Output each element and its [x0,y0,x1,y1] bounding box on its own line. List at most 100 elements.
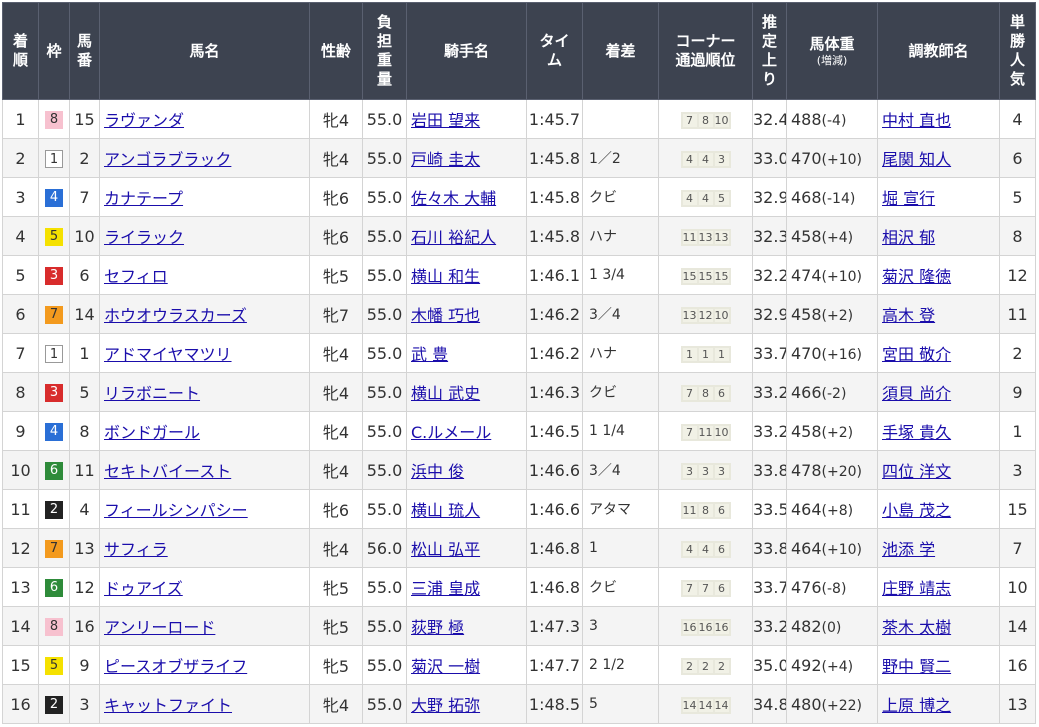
jockey-link[interactable]: C.ルメール [411,423,491,442]
trainer-link[interactable]: 四位 洋文 [882,462,951,481]
jockey-link[interactable]: 佐々木 大輔 [411,189,496,208]
jockey-link[interactable]: 岩田 望来 [411,111,480,130]
horse-name-link[interactable]: ドゥアイズ [104,579,183,598]
horse-name-link[interactable]: カナテープ [104,189,183,208]
jockey-link[interactable]: 石川 裕紀人 [411,228,496,247]
horse-name-link[interactable]: アンリーロード [104,618,215,637]
bodyweight-value: 482 [791,616,822,636]
horse-name-link[interactable]: リラボニート [104,384,200,403]
horse-name-link[interactable]: ラヴァンダ [104,111,184,130]
margin-cell: クビ [582,567,659,607]
jockey-link[interactable]: 三浦 皇成 [411,579,480,598]
sexage-cell: 牝5 [309,255,363,295]
header-jockey: 騎手名 [406,2,527,100]
popularity-cell: 14 [999,606,1036,646]
last3f-cell: 32.4 [752,99,787,139]
trainer-link[interactable]: 上原 博之 [882,696,951,715]
horse-name-link[interactable]: セフィロ [104,267,168,286]
jockey-link[interactable]: 横山 和生 [411,267,480,286]
trainer-link[interactable]: 中村 直也 [882,111,951,130]
bodyweight-cell: 470(+10) [786,138,878,178]
bodyweight-value: 474 [791,265,822,285]
trainer-link[interactable]: 茶木 太樹 [882,618,951,637]
corner-1: 11 [682,231,697,244]
trainer-link[interactable]: 野中 賢二 [882,657,951,676]
corner-1: 4 [682,192,697,205]
waku-badge: 4 [45,422,63,441]
jockey-link[interactable]: 横山 琉人 [411,501,480,520]
bodyweight-value: 468 [791,187,822,207]
horse-name-link[interactable]: アドマイヤマツリ [104,345,232,364]
horse-name-link[interactable]: ホウオウラスカーズ [104,306,247,325]
jockey-cell: 木幡 巧也 [406,294,527,334]
corner-3: 10 [714,426,729,439]
trainer-link[interactable]: 宮田 敬介 [882,345,951,364]
table-row: 10 6 11 セキトバイースト 牝4 55.0 浜中 俊 1:46.6 3／4 3 3 3 33.8 4… [2,450,1036,490]
waku-badge: 4 [45,188,63,207]
weight-cell: 55.0 [362,216,407,256]
table-row: 1 8 15 ラヴァンダ 牝4 55.0 岩田 望来 1:45.7 7 8 10 32.4 488(-4… [2,99,1036,139]
umaban-cell: 10 [69,216,100,256]
jockey-link[interactable]: 荻野 極 [411,618,464,637]
corner-2: 4 [698,192,713,205]
corner-positions: 7 8 10 [680,112,731,129]
jockey-link[interactable]: 大野 拓弥 [411,696,480,715]
popularity-cell: 9 [999,372,1036,412]
horse-name-link[interactable]: フィールシンパシー [104,501,248,520]
jockey-link[interactable]: 菊沢 一樹 [411,657,480,676]
waku-badge: 8 [45,110,63,129]
horse-name-link[interactable]: ピースオブザライフ [104,657,247,676]
waku-badge: 8 [45,617,63,636]
corner-positions: 333 [680,463,731,480]
trainer-link[interactable]: 堀 宣行 [882,189,935,208]
corner-3: 3 [714,153,729,166]
jockey-link[interactable]: 松山 弘平 [411,540,480,559]
corner-1: 7 [682,387,697,400]
trainer-link[interactable]: 菊沢 隆徳 [882,267,951,286]
horse-name-cell: ホウオウラスカーズ [99,294,310,334]
trainer-link[interactable]: 相沢 郁 [882,228,935,247]
weight-cell: 55.0 [362,450,407,490]
rank-cell: 6 [2,294,39,334]
corner-1: 1 [682,348,697,361]
trainer-link[interactable]: 手塚 貴久 [882,423,951,442]
trainer-link[interactable]: 須貝 尚介 [882,384,951,403]
margin-cell: 3／4 [582,294,659,334]
popularity-cell: 12 [999,255,1036,295]
waku-badge: 1 [45,344,63,363]
last3f-cell: 33.0 [752,138,787,178]
time-cell: 1:46.6 [526,450,583,490]
horse-name-link[interactable]: サフィラ [104,540,168,559]
jockey-link[interactable]: 横山 武史 [411,384,480,403]
bodyweight-diff: (+8) [821,502,854,519]
trainer-link[interactable]: 小島 茂之 [882,501,951,520]
corner-2: 2 [698,660,713,673]
corner-cell: 776 [658,567,753,607]
horse-name-link[interactable]: アンゴラブラック [104,150,231,169]
popularity-cell: 8 [999,216,1036,256]
jockey-link[interactable]: 浜中 俊 [411,462,464,481]
jockey-link[interactable]: 武 豊 [411,345,448,364]
weight-cell: 55.0 [362,645,407,685]
last3f-cell: 33.2 [752,606,787,646]
bodyweight-cell: 458(+2) [786,411,878,451]
corner-cell: 7 8 10 [658,99,753,139]
horse-name-link[interactable]: キャットファイト [104,696,232,715]
horse-name-link[interactable]: ライラック [104,228,184,247]
trainer-link[interactable]: 尾関 知人 [882,150,951,169]
corner-2: 4 [698,153,713,166]
jockey-link[interactable]: 木幡 巧也 [411,306,480,325]
trainer-link[interactable]: 庄野 靖志 [882,579,951,598]
trainer-link[interactable]: 高木 登 [882,306,935,325]
trainer-link[interactable]: 池添 学 [882,540,935,559]
rank-cell: 8 [2,372,39,412]
horse-name-link[interactable]: ボンドガール [104,423,200,442]
umaban-cell: 1 [69,333,100,373]
jockey-link[interactable]: 戸崎 圭太 [411,150,480,169]
rank-cell: 9 [2,411,39,451]
horse-name-cell: セキトバイースト [99,450,310,490]
horse-name-link[interactable]: セキトバイースト [104,462,231,481]
corner-cell: 11 8 6 [658,489,753,529]
waku-badge: 5 [45,227,63,246]
bodyweight-value: 458 [791,304,822,324]
